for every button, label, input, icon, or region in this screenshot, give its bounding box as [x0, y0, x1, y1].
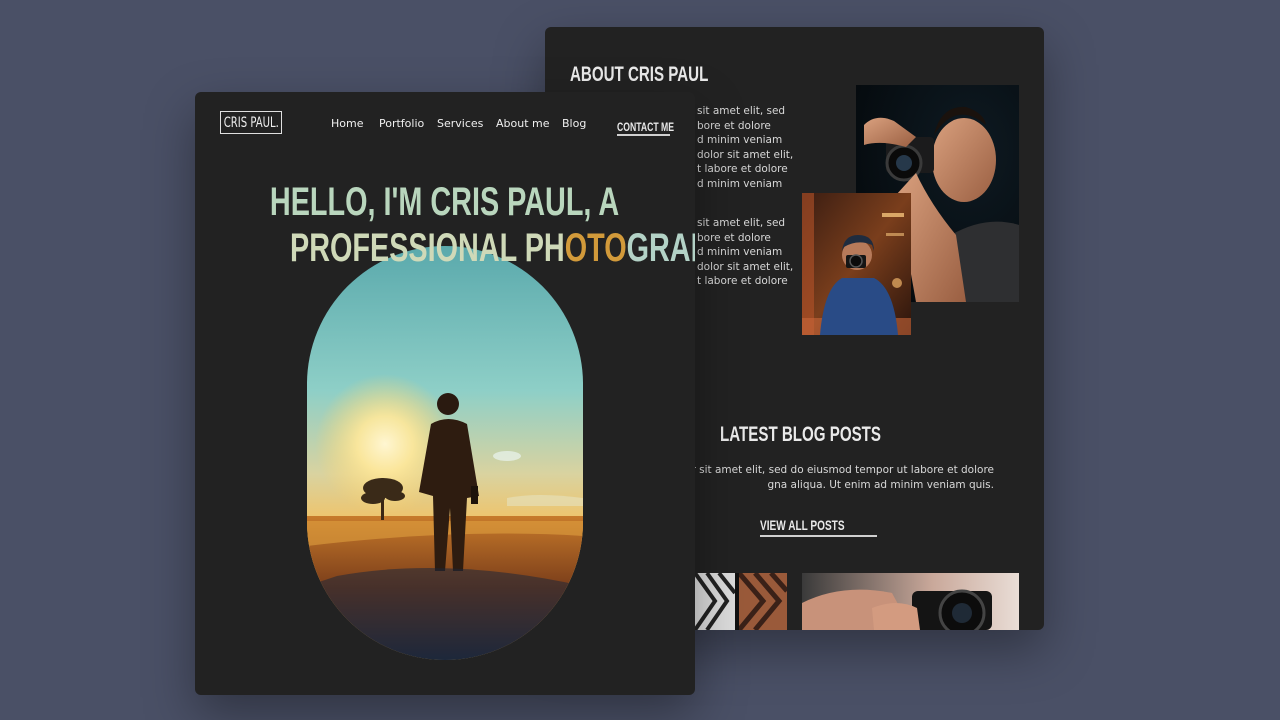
about-title: ABOUT CRIS PAUL [570, 63, 709, 86]
blog-title: LATEST BLOG POSTS [720, 423, 882, 446]
blog-post-thumbnail-camera[interactable] [802, 573, 1019, 630]
view-all-label: VIEW ALL POSTS [760, 517, 845, 533]
hero-line-2-part-a: PROFESSIONAL PH [290, 226, 565, 270]
logo-text: CRIS PAUL. [223, 114, 279, 131]
hero-line-2-text: PROFESSIONAL PHOTOGRAPHER. [290, 226, 695, 271]
home-page: CRIS PAUL. Home Portfolio Services About… [195, 92, 695, 695]
contact-me-label: CONTACT ME [617, 120, 674, 134]
hero-heading-line-1: HELLO, I'M CRIS PAUL, A [195, 180, 695, 225]
nav-about-me[interactable]: About me [496, 117, 550, 130]
view-all-posts-link[interactable]: VIEW ALL POSTS [760, 517, 878, 537]
nav-services[interactable]: Services [437, 117, 483, 130]
site-logo[interactable]: CRIS PAUL. [220, 111, 282, 134]
nav-blog[interactable]: Blog [562, 117, 586, 130]
hero-heading-line-2: PROFESSIONAL PHOTOGRAPHER. [195, 226, 695, 271]
hero-photo-sunset [307, 246, 583, 660]
hero-line-2-part-b: OTO [564, 226, 627, 270]
hero-line-2-part-c: GRAPHER. [626, 226, 695, 270]
hero-line-1-text: HELLO, I'M CRIS PAUL, A [270, 180, 620, 224]
nav-portfolio[interactable]: Portfolio [379, 117, 424, 130]
blog-post-thumbnail-pattern[interactable] [695, 573, 787, 630]
nav-home[interactable]: Home [331, 117, 363, 130]
about-photo-street-portrait [802, 193, 911, 335]
contact-me-button[interactable]: CONTACT ME [617, 116, 674, 136]
